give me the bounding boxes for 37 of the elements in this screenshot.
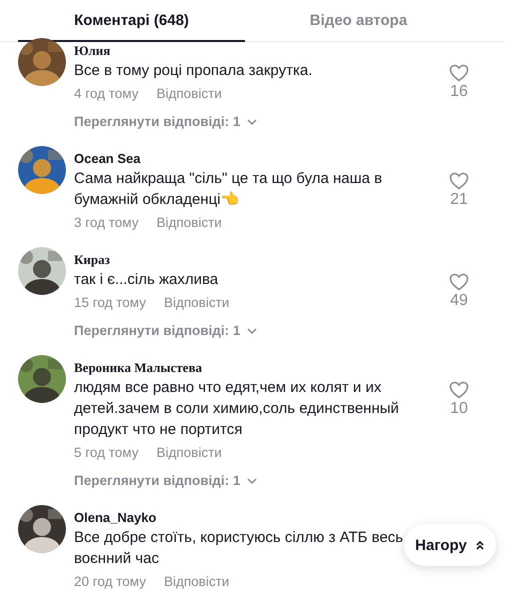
view-replies-button[interactable]: Переглянути відповіді: 1 bbox=[74, 471, 258, 491]
author-name[interactable]: Юлия bbox=[74, 42, 446, 60]
like-count: 21 bbox=[450, 191, 468, 209]
heart-icon[interactable] bbox=[449, 172, 469, 190]
back-to-top-button[interactable]: Нагору bbox=[404, 524, 496, 566]
comment-text: Все в тому році пропала закрутка. bbox=[74, 61, 314, 81]
comment-text: так і є...сіль жахлива bbox=[74, 270, 220, 290]
author-name[interactable]: Ocean Sea bbox=[74, 150, 446, 168]
chevron-down-icon bbox=[246, 118, 258, 126]
author-name[interactable]: Вероника Малыстева bbox=[74, 359, 446, 377]
author-name[interactable]: Кираз bbox=[74, 251, 446, 269]
comment-time: 5 год тому bbox=[74, 444, 138, 462]
author-name[interactable]: Olena_Nayko bbox=[74, 509, 505, 527]
comment-time: 3 год тому bbox=[74, 214, 138, 232]
reply-link[interactable]: Відповісти bbox=[156, 84, 222, 104]
view-replies-button[interactable]: Переглянути відповіді: 1 bbox=[74, 112, 258, 132]
tab[interactable]: Відео автора bbox=[245, 0, 472, 42]
comment-text: людям все равно что едят,чем их колят и их детей.зачем в соли химию,соль единственный продукт что не портится bbox=[74, 378, 400, 440]
double-chevron-up-icon bbox=[474, 539, 485, 551]
comment-time: 4 год тому bbox=[74, 85, 138, 103]
comment-text: Все добре стоїть, користуюсь сіллю з АТБ весь воєнний час bbox=[74, 528, 404, 569]
comment-time: 20 год тому bbox=[74, 573, 146, 591]
chevron-down-icon bbox=[246, 477, 258, 485]
view-replies-button[interactable]: Переглянути відповіді: 1 bbox=[74, 321, 258, 341]
like-count: 49 bbox=[450, 292, 468, 310]
heart-icon[interactable] bbox=[449, 273, 469, 291]
like-count: 10 bbox=[450, 400, 468, 418]
heart-icon[interactable] bbox=[449, 381, 469, 399]
reply-link[interactable]: Відповісти bbox=[164, 293, 230, 313]
comment-time: 15 год тому bbox=[74, 294, 146, 312]
reply-link[interactable]: Відповісти bbox=[156, 443, 222, 463]
reply-link[interactable]: Відповісти bbox=[156, 213, 222, 233]
reply-link[interactable]: Відповісти bbox=[164, 572, 230, 592]
heart-icon[interactable] bbox=[449, 64, 469, 82]
chevron-down-icon bbox=[246, 327, 258, 335]
like-count: 16 bbox=[450, 83, 468, 101]
comment-text: Сама найкраща "сіль" це та що була наша в бумажній обкладенці👈 bbox=[74, 169, 384, 210]
